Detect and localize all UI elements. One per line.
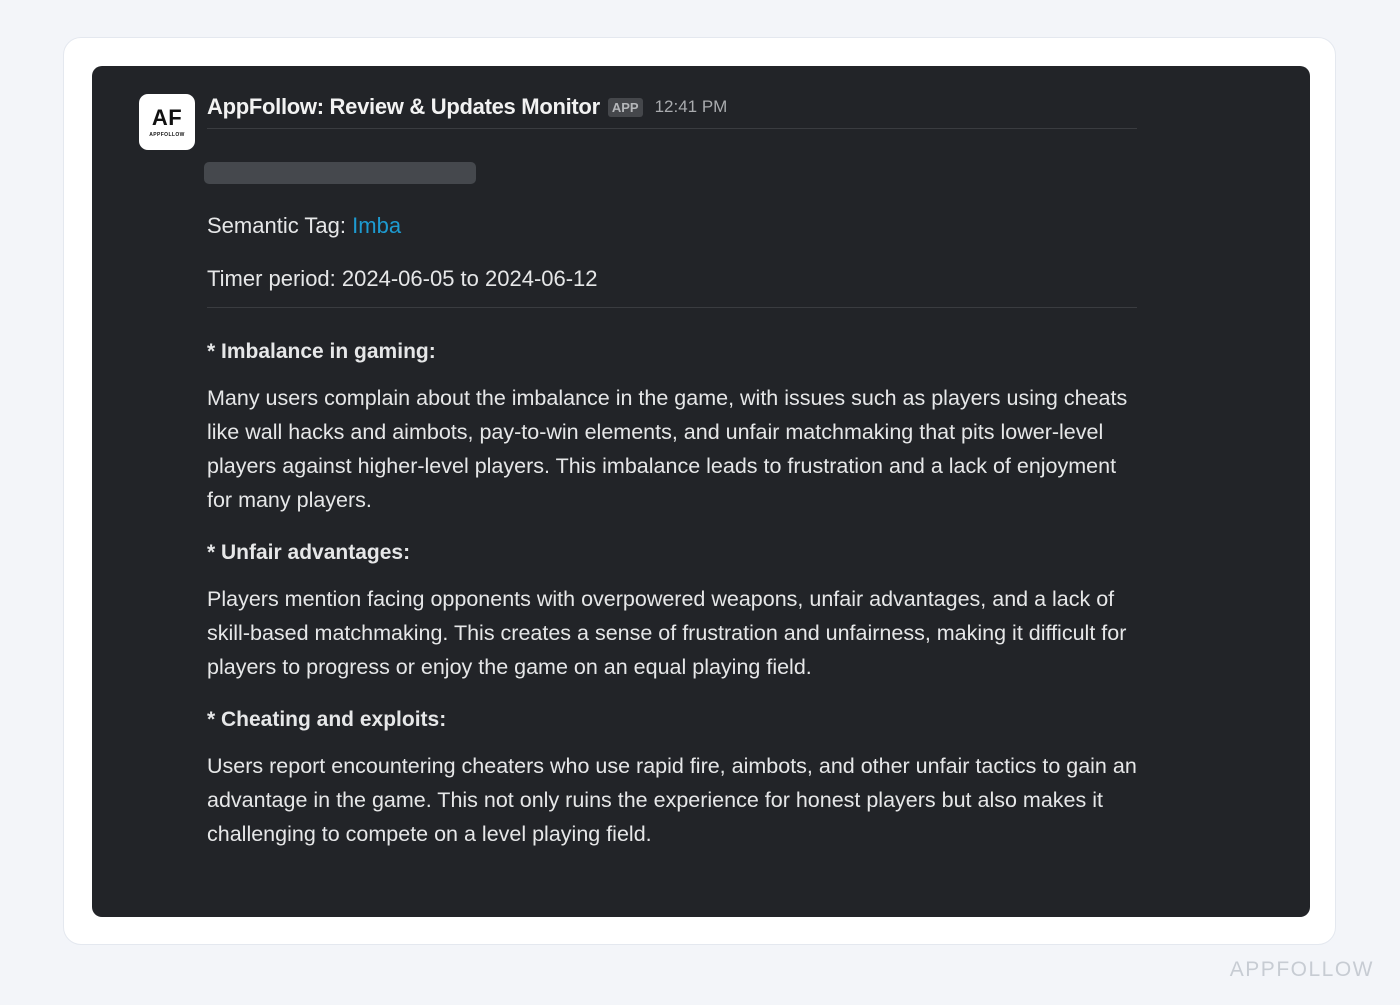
section-body: Many users complain about the imbalance … — [207, 386, 1128, 512]
avatar-brand: APPFOLLOW — [149, 131, 185, 138]
section-body: Players mention facing opponents with ov… — [207, 587, 1127, 679]
section-title: * Imbalance in gaming: — [207, 340, 436, 363]
section-title: * Cheating and exploits: — [207, 708, 447, 731]
semantic-tag-line: Semantic Tag: Imba — [207, 211, 401, 241]
message-header: AppFollow: Review & Updates Monitor APP … — [207, 92, 727, 122]
message-timestamp[interactable]: 12:41 PM — [655, 97, 728, 117]
app-avatar[interactable]: AF APPFOLLOW — [139, 94, 195, 150]
timer-period: Timer period: 2024-06-05 to 2024-06-12 — [207, 266, 598, 291]
section-title: * Unfair advantages: — [207, 541, 411, 564]
sender-name[interactable]: AppFollow: Review & Updates Monitor — [207, 94, 600, 120]
header-divider — [207, 128, 1137, 129]
app-badge: APP — [607, 97, 643, 117]
appfollow-watermark: APPFOLLOW — [1229, 958, 1374, 981]
section-body: Users report encountering cheaters who u… — [207, 754, 1137, 846]
content-divider — [207, 307, 1137, 308]
semantic-tag-label: Semantic Tag: — [207, 213, 347, 238]
redacted-text-block — [204, 162, 476, 184]
semantic-tag-link[interactable]: Imba — [352, 213, 401, 238]
avatar-initials: AF — [151, 104, 183, 130]
